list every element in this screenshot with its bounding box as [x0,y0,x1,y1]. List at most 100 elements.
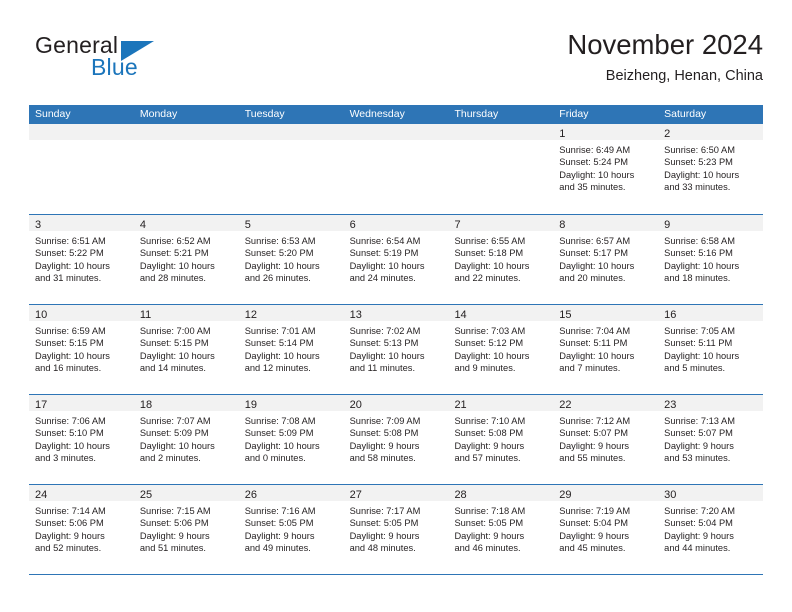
day-details: Sunrise: 7:17 AM Sunset: 5:05 PM Daylight:… [344,501,449,554]
daylight-duration-line1: Daylight: 9 hours [244,530,315,541]
day-details: Sunrise: 6:52 AM Sunset: 5:21 PM Daylight:… [134,231,239,284]
sunset-time: Sunset: 5:08 PM [349,428,419,439]
day-number-strip: 20 [343,395,449,411]
calendar-day-cell[interactable]: 20 Sunrise: 7:09 AM Sunset: 5:08 PM Dayligh… [343,395,449,484]
sunset-time: Sunset: 5:20 PM [244,248,314,259]
day-number: 11 [139,309,152,321]
day-details: Sunrise: 6:55 AM Sunset: 5:18 PM Daylight:… [448,231,553,284]
day-number-strip [343,124,449,140]
calendar-day-cell[interactable]: 4 Sunrise: 6:52 AM Sunset: 5:21 PM Daylight… [133,215,239,304]
sunrise-time: Sunrise: 6:53 AM [244,236,316,246]
sunset-time: Sunset: 5:10 PM [35,428,104,439]
sunrise-time: Sunrise: 7:13 AM [664,416,735,426]
sunset-time: Sunset: 5:05 PM [349,518,419,529]
day-number: 3 [35,219,42,231]
day-number: 30 [664,489,677,501]
calendar-day-cell[interactable]: 1 Sunrise: 6:49 AM Sunset: 5:24 PM Daylight… [553,124,659,214]
sunset-time: Sunset: 5:11 PM [559,338,628,349]
day-number: 27 [349,489,362,501]
calendar-day-cell[interactable]: 8 Sunrise: 6:57 AM Sunset: 5:17 PM Daylight… [553,215,659,304]
calendar-day-cell[interactable]: 13 Sunrise: 7:02 AM Sunset: 5:13 PM Dayligh… [343,305,449,394]
calendar-day-cell[interactable]: 17 Sunrise: 7:06 AM Sunset: 5:10 PM Dayligh… [29,395,134,484]
day-number: 18 [139,399,153,411]
day-number: 9 [664,219,671,231]
calendar-day-cell[interactable]: 6 Sunrise: 6:54 AM Sunset: 5:19 PM Daylight… [343,215,449,304]
daylight-duration-line1: Daylight: 10 hours [139,260,215,271]
sunrise-time: Sunrise: 7:04 AM [559,326,631,336]
location-subtitle: Beizheng, Henan, China [605,68,763,84]
sunrise-time: Sunrise: 7:08 AM [244,416,316,426]
page-title: November 2024 [567,29,763,60]
calendar-day-cell[interactable]: 15 Sunrise: 7:04 AM Sunset: 5:11 PM Dayligh… [553,305,659,394]
daylight-duration-line2: and 12 minutes. [244,362,311,373]
daylight-duration-line2: and 16 minutes. [35,362,102,373]
calendar-day-cell[interactable]: 29 Sunrise: 7:19 AM Sunset: 5:04 PM Dayligh… [553,485,659,574]
daylight-duration-line2: and 46 minutes. [454,542,521,553]
weekday-header-monday: Monday [139,108,178,120]
daylight-duration-line1: Daylight: 9 hours [559,530,630,541]
calendar-day-cell[interactable]: 21 Sunrise: 7:10 AM Sunset: 5:08 PM Dayligh… [448,395,554,484]
sunrise-time: Sunrise: 7:20 AM [664,506,735,516]
daylight-duration-line2: and 14 minutes. [139,362,207,373]
day-number: 21 [454,399,467,411]
general-blue-logo[interactable]: General Blue [29,28,239,84]
sunset-time: Sunset: 5:13 PM [349,338,419,349]
calendar-day-cell[interactable]: 25 Sunrise: 7:15 AM Sunset: 5:06 PM Dayligh… [133,485,239,574]
calendar-day-cell[interactable]: 30 Sunrise: 7:20 AM Sunset: 5:04 PM Dayligh… [658,485,764,574]
sunset-time: Sunset: 5:07 PM [664,428,733,439]
day-number-strip: 18 [133,395,239,411]
calendar-day-cell[interactable]: 16 Sunrise: 7:05 AM Sunset: 5:11 PM Dayligh… [658,305,764,394]
daylight-duration-line1: Daylight: 10 hours [454,350,530,361]
daylight-duration-line1: Daylight: 10 hours [35,440,110,451]
calendar-day-cell[interactable]: 2 Sunrise: 6:50 AM Sunset: 5:23 PM Daylight… [658,124,764,214]
sunset-time: Sunset: 5:06 PM [35,518,104,529]
day-details: Sunrise: 6:49 AM Sunset: 5:24 PM Daylight:… [553,140,658,193]
day-number: 20 [349,399,362,411]
calendar-day-cell[interactable]: 24 Sunrise: 7:14 AM Sunset: 5:06 PM Dayligh… [29,485,134,574]
day-number: 8 [559,219,566,231]
daylight-duration-line1: Daylight: 10 hours [559,260,635,271]
day-number: 25 [139,489,153,501]
day-number-strip: 27 [343,485,449,501]
daylight-duration-line1: Daylight: 9 hours [35,530,105,541]
day-details: Sunrise: 6:59 AM Sunset: 5:15 PM Daylight:… [29,321,134,374]
weekday-header-saturday: Saturday [664,108,707,120]
day-number: 7 [454,219,461,231]
calendar-day-cell[interactable]: 10 Sunrise: 6:59 AM Sunset: 5:15 PM Dayligh… [29,305,134,394]
daylight-duration-line2: and 22 minutes. [454,272,521,283]
daylight-duration-line1: Daylight: 9 hours [454,530,525,541]
day-details: Sunrise: 7:12 AM Sunset: 5:07 PM Daylight:… [553,411,658,464]
day-number-strip: 24 [29,485,134,501]
day-number: 10 [35,309,48,321]
day-number: 14 [454,309,467,321]
sunset-time: Sunset: 5:23 PM [664,157,733,168]
sunset-time: Sunset: 5:11 PM [664,338,733,349]
daylight-duration-line1: Daylight: 10 hours [349,350,425,361]
calendar-day-cell[interactable]: 3 Sunrise: 6:51 AM Sunset: 5:22 PM Daylight… [29,215,134,304]
calendar-day-cell[interactable]: 12 Sunrise: 7:01 AM Sunset: 5:14 PM Dayligh… [238,305,344,394]
day-details: Sunrise: 7:05 AM Sunset: 5:11 PM Daylight:… [658,321,763,374]
daylight-duration-line2: and 44 minutes. [664,542,731,553]
daylight-duration-line1: Daylight: 10 hours [139,440,215,451]
daylight-duration-line1: Daylight: 10 hours [664,350,740,361]
daylight-duration-line1: Daylight: 9 hours [349,440,420,451]
day-number: 13 [349,309,362,321]
calendar-day-cell[interactable]: 18 Sunrise: 7:07 AM Sunset: 5:09 PM Dayligh… [133,395,239,484]
calendar-day-cell[interactable]: 26 Sunrise: 7:16 AM Sunset: 5:05 PM Dayligh… [238,485,344,574]
day-number-strip: 23 [658,395,764,411]
calendar-day-cell[interactable]: 28 Sunrise: 7:18 AM Sunset: 5:05 PM Dayligh… [448,485,554,574]
calendar-day-cell[interactable]: 23 Sunrise: 7:13 AM Sunset: 5:07 PM Dayligh… [658,395,764,484]
calendar-day-cell[interactable]: 27 Sunrise: 7:17 AM Sunset: 5:05 PM Dayligh… [343,485,449,574]
calendar-day-cell[interactable]: 9 Sunrise: 6:58 AM Sunset: 5:16 PM Daylight… [658,215,764,304]
calendar-day-cell[interactable]: 5 Sunrise: 6:53 AM Sunset: 5:20 PM Daylight… [238,215,344,304]
calendar-day-cell[interactable]: 11 Sunrise: 7:00 AM Sunset: 5:15 PM Dayligh… [133,305,239,394]
calendar-grid: Sunday Monday Tuesday Wednesday Thursday Frid… [29,105,764,575]
calendar-day-cell[interactable]: 7 Sunrise: 6:55 AM Sunset: 5:18 PM Daylight… [448,215,554,304]
calendar-day-cell[interactable]: 22 Sunrise: 7:12 AM Sunset: 5:07 PM Dayligh… [553,395,659,484]
calendar-day-cell[interactable]: 14 Sunrise: 7:03 AM Sunset: 5:12 PM Dayligh… [448,305,554,394]
calendar-day-cell[interactable]: 19 Sunrise: 7:08 AM Sunset: 5:09 PM Dayligh… [238,395,344,484]
daylight-duration-line1: Daylight: 9 hours [454,440,525,451]
day-number: 16 [664,309,677,321]
daylight-duration-line2: and 20 minutes. [559,272,626,283]
day-details: Sunrise: 6:50 AM Sunset: 5:23 PM Daylight:… [658,140,763,193]
